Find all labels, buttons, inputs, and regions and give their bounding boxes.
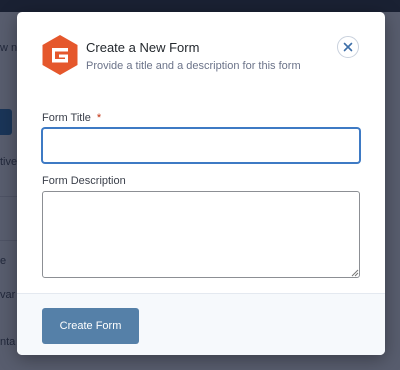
create-form-button[interactable]: Create Form [42,308,139,344]
form-title-label: Form Title * [42,112,101,124]
dialog-footer: Create Form [17,293,385,355]
close-icon [343,42,353,52]
form-title-input[interactable] [42,128,360,163]
gravity-forms-logo-icon [41,34,79,76]
dialog-title: Create a New Form [86,40,200,55]
required-marker: * [96,112,102,124]
dialog-subtitle: Provide a title and a description for th… [86,60,301,72]
dialog-header: Create a New Form Provide a title and a … [17,12,385,92]
form-description-label: Form Description [42,175,126,187]
resize-handle-icon[interactable] [351,269,359,277]
close-button[interactable] [337,36,359,58]
create-form-dialog: Create a New Form Provide a title and a … [17,12,385,355]
form-description-textarea[interactable] [42,191,360,278]
form-title-label-text: Form Title [42,112,91,124]
